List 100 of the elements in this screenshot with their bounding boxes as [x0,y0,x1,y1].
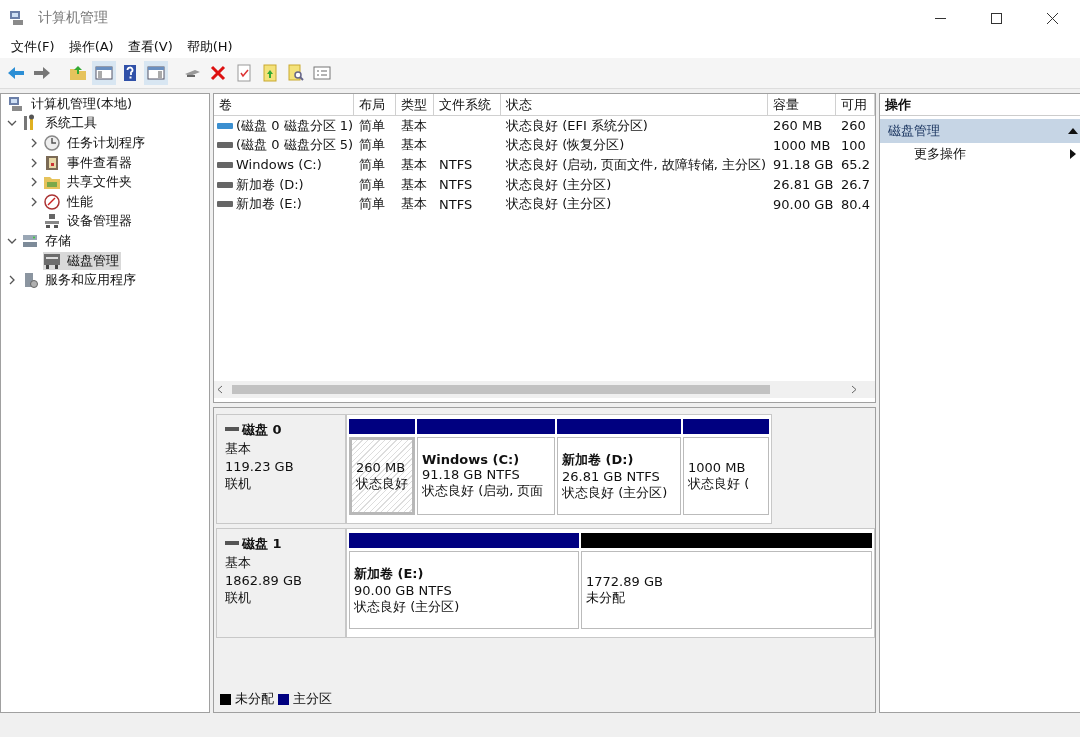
action-item[interactable]: 更多操作 [880,143,1080,165]
table-cell: 简单 [359,116,385,135]
chevron-icon[interactable] [7,275,17,286]
partition-size: 26.81 GB NTFS [562,468,661,484]
disk-size: 119.23 GB [225,459,295,474]
tree-item[interactable]: 性能 [65,192,95,211]
computer-icon [7,94,25,113]
chevron-icon[interactable] [29,177,39,188]
table-cell: 简单 [359,156,385,174]
partition-block[interactable]: 1772.89 GB 未分配 [581,551,872,629]
table-cell: 26.81 GB [773,177,834,193]
table-cell: 状态良好 (启动, 页面文件, 故障转储, 主分区) [506,156,767,174]
actions-section[interactable]: 磁盘管理 [880,119,1080,143]
collapse-icon[interactable] [1068,128,1078,134]
tree-item[interactable]: 事件查看器 [65,153,134,172]
table-cell: 简单 [359,175,385,194]
disk-info-panel[interactable]: 磁盘 0 基本 119.23 GB 联机 [216,414,346,524]
column-header[interactable]: 容量 [768,94,836,116]
log-book-icon [43,153,61,172]
disk-type: 基本 [225,440,252,458]
column-header[interactable]: 布局 [354,94,396,116]
disk-info-panel[interactable]: 磁盘 1 基本 1862.89 GB 联机 [216,528,346,638]
chevron-icon[interactable] [29,157,39,168]
computer-icon [8,9,26,27]
disk-status: 联机 [225,475,252,493]
table-cell: 26.7 [841,177,870,193]
partition-size: 1000 MB [688,459,747,475]
partition-status: 未分配 [586,588,626,607]
disk-size: 1862.89 GB [225,573,303,588]
table-cell: 简单 [359,195,385,214]
chevron-icon[interactable] [29,196,39,207]
partition-name: Windows (C:) [422,452,521,467]
column-header[interactable]: 文件系统 [434,94,501,116]
partition-block[interactable]: 260 MB 状态良好 [349,437,415,515]
table-cell: 100 [841,137,866,153]
partition-block[interactable]: Windows (C:) 91.18 GB NTFS 状态良好 (启动, 页面 [417,437,555,515]
tree-item[interactable]: 服务和应用程序 [43,271,138,290]
table-cell: 1000 MB [773,137,831,153]
table-cell: 90.00 GB [773,196,834,212]
table-cell: NTFS [439,157,473,173]
table-cell: 65.2 [841,157,870,173]
chevron-icon[interactable] [29,138,39,148]
gauge-icon [43,192,61,211]
partition-size: 260 MB [356,459,407,475]
table-cell: NTFS [439,196,473,212]
tree-item[interactable]: 计算机管理(本地) [29,94,135,113]
table-cell: 80.4 [841,196,870,212]
menu-item[interactable]: 操作(A) [61,36,121,58]
partition-block[interactable]: 新加卷 (D:) 26.81 GB NTFS 状态良好 (主分区) [557,437,681,515]
table-cell: 新加卷 (D:) [236,175,304,194]
partition-status: 状态良好 (启动, 页面 [422,482,545,500]
table-cell: 简单 [359,136,385,155]
partition-size: 91.18 GB NTFS [422,467,521,482]
column-header[interactable]: 卷 [214,94,354,116]
menu-item[interactable]: 帮助(H) [179,36,240,58]
tree-item[interactable]: 存储 [43,231,73,250]
partition-status: 状态良好 ( [688,474,751,493]
tree-item[interactable]: 共享文件夹 [65,173,134,192]
table-cell: 基本 [401,156,427,174]
table-cell: (磁盘 0 磁盘分区 5) [236,136,354,155]
panel-icon[interactable] [144,61,168,85]
partition-name: 新加卷 (E:) [354,564,425,583]
device-icon [43,212,61,231]
window-title: 计算机管理 [38,9,109,27]
disk-name: 磁盘 1 [242,535,282,553]
menu-item[interactable]: 文件(F) [4,36,62,58]
table-cell: 基本 [401,195,427,214]
legend-label: 未分配 [235,690,274,708]
partition-name: 新加卷 (D:) [562,450,635,469]
partition-status: 状态良好 [356,474,408,493]
partition-status: 状态良好 (主分区) [354,597,461,616]
tree-item[interactable]: 系统工具 [43,114,99,133]
tree-item[interactable]: 任务计划程序 [65,134,147,152]
tree-item[interactable]: 设备管理器 [65,212,134,231]
column-header[interactable]: 类型 [396,94,434,116]
table-cell: 新加卷 (E:) [236,195,302,214]
partition-size: 1772.89 GB [586,573,664,589]
table-cell: 91.18 GB [773,157,834,173]
table-cell: 260 MB [773,118,823,134]
table-cell: 基本 [401,136,427,155]
table-cell: 基本 [401,116,427,135]
menu-item[interactable]: 查看(V) [120,36,180,58]
table-cell: 状态良好 (EFI 系统分区) [506,116,648,135]
table-cell: 基本 [401,175,427,194]
partition-status: 状态良好 (主分区) [562,483,669,502]
table-cell: 状态良好 (恢复分区) [506,136,625,155]
partition-size: 90.00 GB NTFS [354,582,453,598]
column-header[interactable]: 状态 [501,94,768,116]
table-cell: 状态良好 (主分区) [506,175,612,194]
submenu-arrow-icon [1070,149,1076,159]
legend-label: 主分区 [293,690,332,708]
disk-name: 磁盘 0 [242,421,282,439]
partition-block[interactable]: 1000 MB 状态良好 ( [683,437,769,515]
partition-block[interactable]: 新加卷 (E:) 90.00 GB NTFS 状态良好 (主分区) [349,551,579,629]
column-header[interactable]: 可用 [836,94,875,116]
table-cell: 260 [841,118,866,134]
panel-icon[interactable] [92,61,116,85]
disk-status: 联机 [225,589,252,607]
table-cell: (磁盘 0 磁盘分区 1) [236,116,354,135]
table-cell: NTFS [439,177,473,193]
